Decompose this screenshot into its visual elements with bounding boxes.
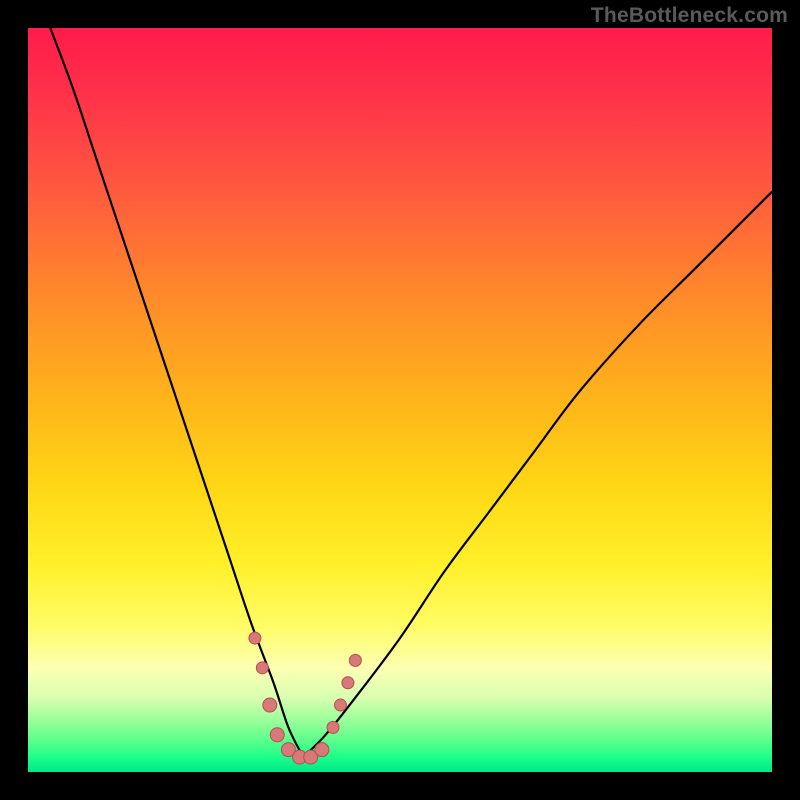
trough-marker (263, 698, 277, 712)
left-curve (50, 28, 303, 757)
trough-markers (249, 632, 361, 764)
trough-marker (334, 699, 346, 711)
watermark-text: TheBottleneck.com (591, 4, 788, 28)
trough-marker (342, 677, 354, 689)
trough-marker (270, 728, 284, 742)
trough-marker (315, 743, 329, 757)
trough-marker (349, 654, 361, 666)
chart-frame: TheBottleneck.com (0, 0, 800, 800)
trough-marker (327, 721, 339, 733)
trough-marker (256, 662, 268, 674)
curve-layer (28, 28, 772, 772)
right-curve (303, 192, 772, 757)
plot-area (28, 28, 772, 772)
trough-marker (249, 632, 261, 644)
